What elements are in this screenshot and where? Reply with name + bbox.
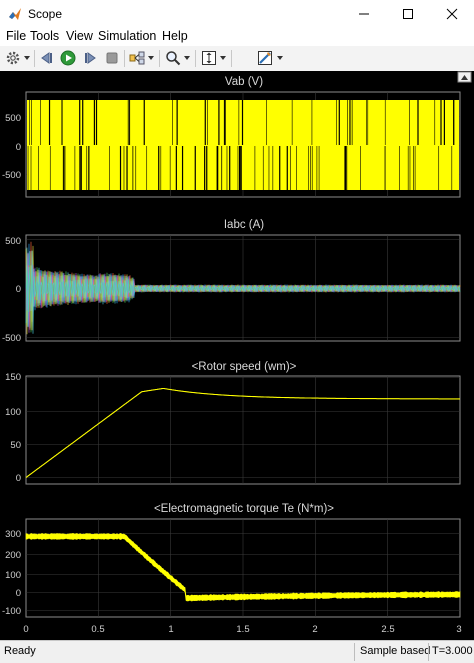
plot-rotor-speed: <Rotor speed (wm)> 150 100 50 0 <box>5 361 461 485</box>
step-back-button[interactable] <box>38 49 56 67</box>
toolbar-separator <box>34 50 35 67</box>
scope-display: Vab (V) 500 0 -500 Iabc (A) 500 0 -500 <… <box>0 71 474 640</box>
ytick-label: -500 <box>2 170 21 181</box>
run-icon <box>60 50 76 66</box>
maximize-icon <box>403 9 413 19</box>
xtick-label: 2 <box>312 624 317 635</box>
autoscale-button[interactable] <box>200 49 218 67</box>
style-dropdown-icon[interactable] <box>277 55 283 61</box>
settings-dropdown-icon[interactable] <box>24 55 30 61</box>
zoom-button[interactable] <box>164 49 182 67</box>
ytick-label: 0 <box>16 588 21 599</box>
ytick-label: -500 <box>2 333 21 344</box>
toolbar-separator <box>159 50 160 67</box>
run-button[interactable] <box>59 49 77 67</box>
stop-button[interactable] <box>103 49 121 67</box>
maximize-button[interactable] <box>386 0 430 28</box>
toolbar-separator <box>195 50 196 67</box>
plot-vab: Vab (V) 500 0 -500 <box>2 76 461 198</box>
zoom-icon <box>166 51 181 66</box>
menu-tools[interactable]: Tools <box>30 29 59 43</box>
ytick-label: 50 <box>10 440 21 451</box>
minimize-button[interactable] <box>342 0 386 28</box>
ytick-label: 0 <box>16 284 21 295</box>
minimize-icon <box>359 13 369 15</box>
autoscale-icon <box>202 51 216 65</box>
xtick-label: 0.5 <box>91 624 104 635</box>
scope-plots: Vab (V) 500 0 -500 Iabc (A) 500 0 -500 <… <box>2 71 472 635</box>
style-icon <box>258 51 272 65</box>
ytick-label: 0 <box>16 142 21 153</box>
ytick-label: 100 <box>5 570 21 581</box>
ytick-label: 150 <box>5 372 21 383</box>
menu-view[interactable]: View <box>66 29 93 43</box>
plot-title-iabc: Iabc (A) <box>224 219 264 231</box>
undock-button[interactable] <box>457 71 472 83</box>
toolbar-separator <box>124 50 125 67</box>
close-button[interactable] <box>430 0 474 28</box>
ytick-label: 0 <box>16 473 21 484</box>
step-forward-button[interactable] <box>81 49 99 67</box>
zoom-dropdown-icon[interactable] <box>184 55 190 61</box>
highlight-block-button[interactable] <box>128 49 146 67</box>
xtick-label: 2.5 <box>381 624 394 635</box>
menu-help[interactable]: Help <box>162 29 188 43</box>
xtick-label: 1.5 <box>236 624 249 635</box>
step-back-icon <box>41 52 52 64</box>
status-bar: Ready Sample based T=3.000 <box>0 640 474 663</box>
signal-vab <box>26 92 460 197</box>
highlight-block-icon <box>129 51 145 65</box>
xtick-label: 0 <box>23 624 28 635</box>
ytick-label: 200 <box>5 550 21 561</box>
xtick-label: 3 <box>456 624 461 635</box>
x-axis-ticks: 0 0.5 1 1.5 2 2.5 3 <box>23 624 461 635</box>
title-bar: Scope <box>0 0 474 28</box>
plot-title-torque: <Electromagnetic torque Te (N*m)> <box>154 503 334 515</box>
settings-icon <box>6 51 20 65</box>
status-divider <box>354 643 355 661</box>
window-title: Scope <box>28 7 63 21</box>
autoscale-dropdown-icon[interactable] <box>220 55 226 61</box>
menu-simulation[interactable]: Simulation <box>98 29 156 43</box>
ytick-label: -100 <box>2 606 21 617</box>
ytick-label: 300 <box>5 529 21 540</box>
highlight-dropdown-icon[interactable] <box>148 55 154 61</box>
settings-button[interactable] <box>4 49 22 67</box>
plot-torque: <Electromagnetic torque Te (N*m)> 300 20… <box>2 503 461 618</box>
close-icon <box>446 8 458 20</box>
status-divider <box>428 643 429 661</box>
ytick-label: 500 <box>5 113 21 124</box>
plot-iabc: Iabc (A) 500 0 -500 <box>2 219 461 344</box>
stop-icon <box>106 52 118 64</box>
ytick-label: 500 <box>5 236 21 247</box>
matlab-icon <box>9 8 21 20</box>
style-button[interactable] <box>256 49 274 67</box>
status-time: T=3.000 <box>432 645 473 657</box>
status-mode: Sample based <box>360 645 431 657</box>
xtick-label: 1 <box>168 624 173 635</box>
toolbar-separator <box>231 50 232 67</box>
toolbar <box>0 46 474 72</box>
ytick-label: 100 <box>5 407 21 418</box>
menu-bar: File Tools View Simulation Help <box>0 28 474 46</box>
plot-title-rotor-speed: <Rotor speed (wm)> <box>192 361 297 373</box>
menu-file[interactable]: File <box>6 29 26 43</box>
step-forward-icon <box>85 52 96 64</box>
plot-title-vab: Vab (V) <box>225 76 263 88</box>
status-text: Ready <box>4 645 36 657</box>
